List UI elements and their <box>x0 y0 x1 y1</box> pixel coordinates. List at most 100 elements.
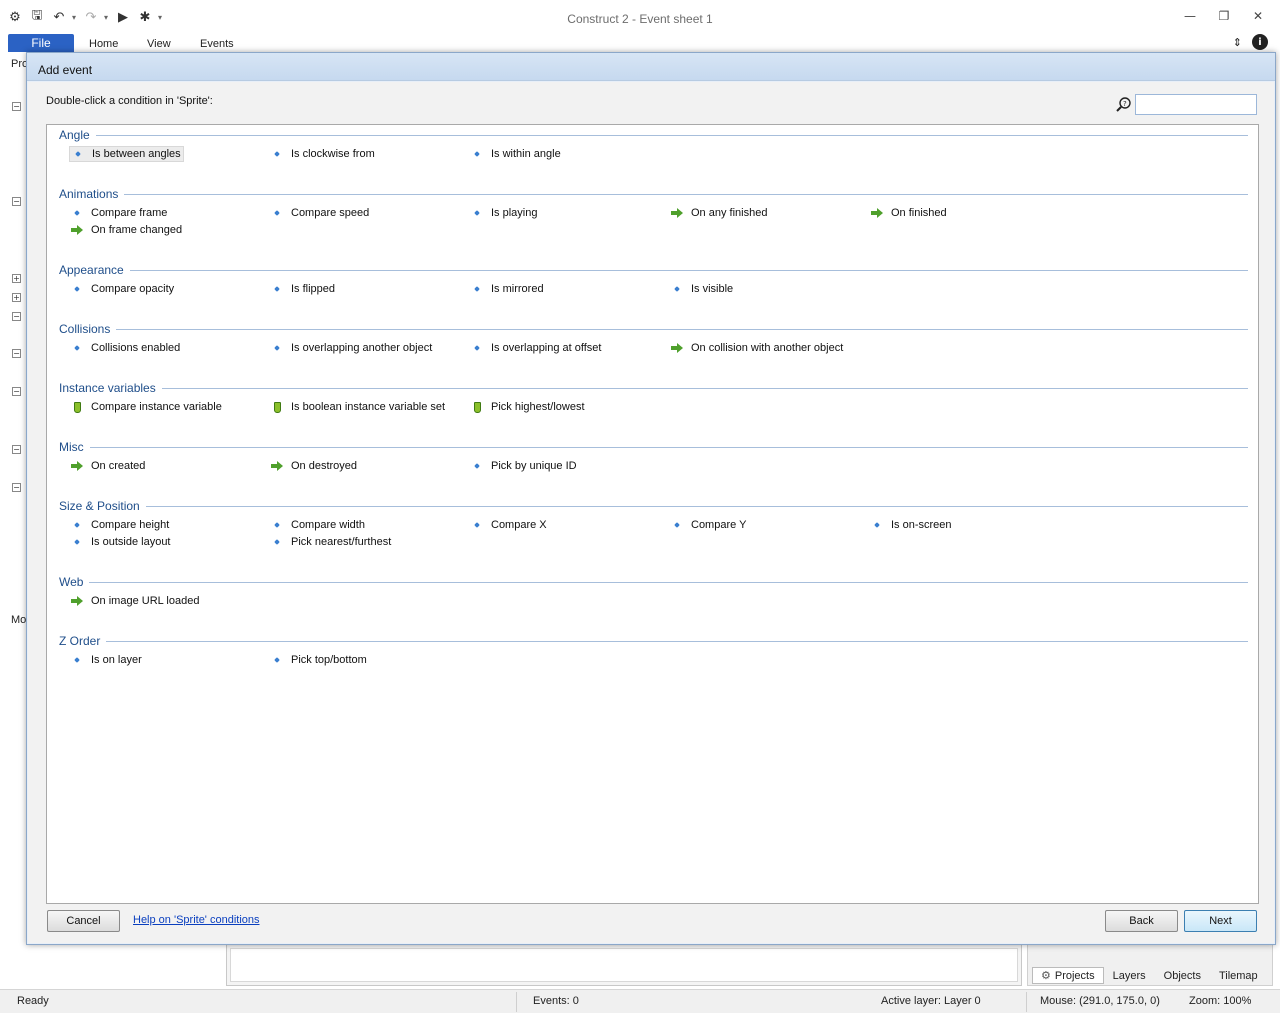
condition-item[interactable]: Pick highest/lowest <box>469 399 585 415</box>
help-link[interactable]: Help on 'Sprite' conditions <box>133 914 260 926</box>
collapse-icon[interactable]: − <box>12 349 21 358</box>
category-name: Angle <box>59 128 90 142</box>
condition-glyph <box>74 522 80 528</box>
condition-item[interactable]: Is within angle <box>469 146 561 162</box>
condition-item[interactable]: Is mirrored <box>469 281 544 297</box>
condition-item[interactable]: On finished <box>869 205 947 221</box>
minimize-icon[interactable]: — <box>1182 8 1198 24</box>
condition-item[interactable]: Compare height <box>69 517 169 533</box>
category-z-order: Z Order Is on layer Pick top/bottom <box>47 633 1258 672</box>
condition-item[interactable]: Compare frame <box>69 205 167 221</box>
condition-glyph <box>74 657 80 663</box>
condition-icon <box>269 281 285 297</box>
condition-item[interactable]: Pick nearest/furthest <box>269 534 391 550</box>
condition-item[interactable]: Is flipped <box>269 281 335 297</box>
condition-item[interactable]: On created <box>69 458 145 474</box>
category-animations: Animations Compare frame Compare speed Is p… <box>47 186 1258 242</box>
condition-item[interactable]: Pick top/bottom <box>269 652 367 668</box>
condition-item[interactable]: Compare speed <box>269 205 369 221</box>
category-divider <box>106 641 1248 642</box>
collapse-icon[interactable]: − <box>12 102 21 111</box>
condition-item[interactable]: Is visible <box>669 281 733 297</box>
trigger-arrow-icon <box>69 222 85 238</box>
next-button[interactable]: Next <box>1184 910 1257 932</box>
ribbon-collapse-icon[interactable]: ⇕ <box>1233 36 1242 49</box>
condition-item[interactable]: Is between angles <box>69 146 184 162</box>
info-icon[interactable]: i <box>1252 34 1268 50</box>
tab-layers[interactable]: Layers <box>1104 967 1155 984</box>
condition-item[interactable]: Collisions enabled <box>69 340 180 356</box>
collapse-icon[interactable]: − <box>12 445 21 454</box>
collapse-icon[interactable]: − <box>12 483 21 492</box>
condition-item[interactable]: Compare opacity <box>69 281 174 297</box>
condition-glyph <box>75 151 81 157</box>
collapse-icon[interactable]: − <box>12 197 21 206</box>
cancel-button[interactable]: Cancel <box>47 910 120 932</box>
tab-objects[interactable]: Objects <box>1155 967 1210 984</box>
tab-events[interactable]: Events <box>200 38 234 50</box>
condition-item[interactable]: Pick by unique ID <box>469 458 577 474</box>
tab-tilemap[interactable]: Tilemap <box>1210 967 1267 984</box>
condition-item[interactable]: On collision with another object <box>669 340 843 356</box>
expand-icon[interactable]: + <box>12 293 21 302</box>
category-header: Appearance <box>59 262 128 278</box>
condition-icon <box>269 205 285 221</box>
status-events: Events: 0 <box>533 995 579 1007</box>
trigger-arrow-glyph <box>71 461 83 471</box>
category-header: Misc <box>59 439 88 455</box>
condition-item[interactable]: Is overlapping at offset <box>469 340 601 356</box>
condition-item[interactable]: Is overlapping another object <box>269 340 432 356</box>
category-divider <box>124 194 1248 195</box>
condition-item[interactable]: On destroyed <box>269 458 357 474</box>
tab-home[interactable]: Home <box>89 38 118 50</box>
dialog-title: Add event <box>38 63 93 77</box>
left-tree-strip: Pro − − + + − − − − − Mo <box>8 56 28 926</box>
ribbon-right-controls: ⇕ i <box>1233 34 1268 50</box>
status-active-layer: Active layer: Layer 0 <box>881 995 981 1007</box>
category-name: Z Order <box>59 634 101 648</box>
back-button[interactable]: Back <box>1105 910 1178 932</box>
condition-item[interactable]: Compare X <box>469 517 547 533</box>
condition-label: Compare instance variable <box>91 401 222 413</box>
condition-item[interactable]: On image URL loaded <box>69 593 199 609</box>
condition-label: Pick highest/lowest <box>491 401 585 413</box>
condition-item[interactable]: Is playing <box>469 205 537 221</box>
search-input[interactable] <box>1135 94 1257 115</box>
condition-label: Is clockwise from <box>291 148 375 160</box>
tab-projects[interactable]: ⚙ Projects <box>1032 967 1104 984</box>
condition-list[interactable]: Angle Is between angles Is clockwise from I… <box>46 124 1259 904</box>
tab-projects-label: Projects <box>1054 969 1095 982</box>
collapse-icon[interactable]: − <box>12 312 21 321</box>
condition-item[interactable]: Is on layer <box>69 652 142 668</box>
condition-item[interactable]: Is outside layout <box>69 534 171 550</box>
projects-icon: ⚙ <box>1041 970 1051 982</box>
condition-label: Compare height <box>91 519 170 531</box>
condition-icon <box>69 517 85 533</box>
condition-item[interactable]: On any finished <box>669 205 767 221</box>
condition-item[interactable]: Is on-screen <box>869 517 952 533</box>
category-header: Angle <box>59 127 94 143</box>
condition-item[interactable]: Is clockwise from <box>269 146 375 162</box>
condition-item[interactable]: Is boolean instance variable set <box>269 399 445 415</box>
condition-icon <box>69 340 85 356</box>
collapse-icon[interactable]: − <box>12 387 21 396</box>
category-divider <box>146 506 1248 507</box>
condition-label: Is playing <box>491 207 538 219</box>
condition-label: Pick nearest/furthest <box>291 536 392 548</box>
condition-label: Compare speed <box>291 207 370 219</box>
condition-glyph <box>274 657 280 663</box>
condition-icon <box>469 281 485 297</box>
condition-item[interactable]: Compare Y <box>669 517 746 533</box>
condition-item[interactable]: On frame changed <box>69 222 182 238</box>
close-icon[interactable]: ✕ <box>1250 8 1266 24</box>
dialog-title-bar: Add event <box>27 53 1275 81</box>
tab-file[interactable]: File <box>8 34 74 52</box>
expand-icon[interactable]: + <box>12 274 21 283</box>
condition-item[interactable]: Compare instance variable <box>69 399 222 415</box>
category-divider <box>116 329 1248 330</box>
tab-view[interactable]: View <box>147 38 171 50</box>
restore-icon[interactable]: ❐ <box>1216 8 1232 24</box>
status-ready: Ready <box>17 995 49 1007</box>
condition-item[interactable]: Compare width <box>269 517 365 533</box>
category-header: Animations <box>59 186 122 202</box>
